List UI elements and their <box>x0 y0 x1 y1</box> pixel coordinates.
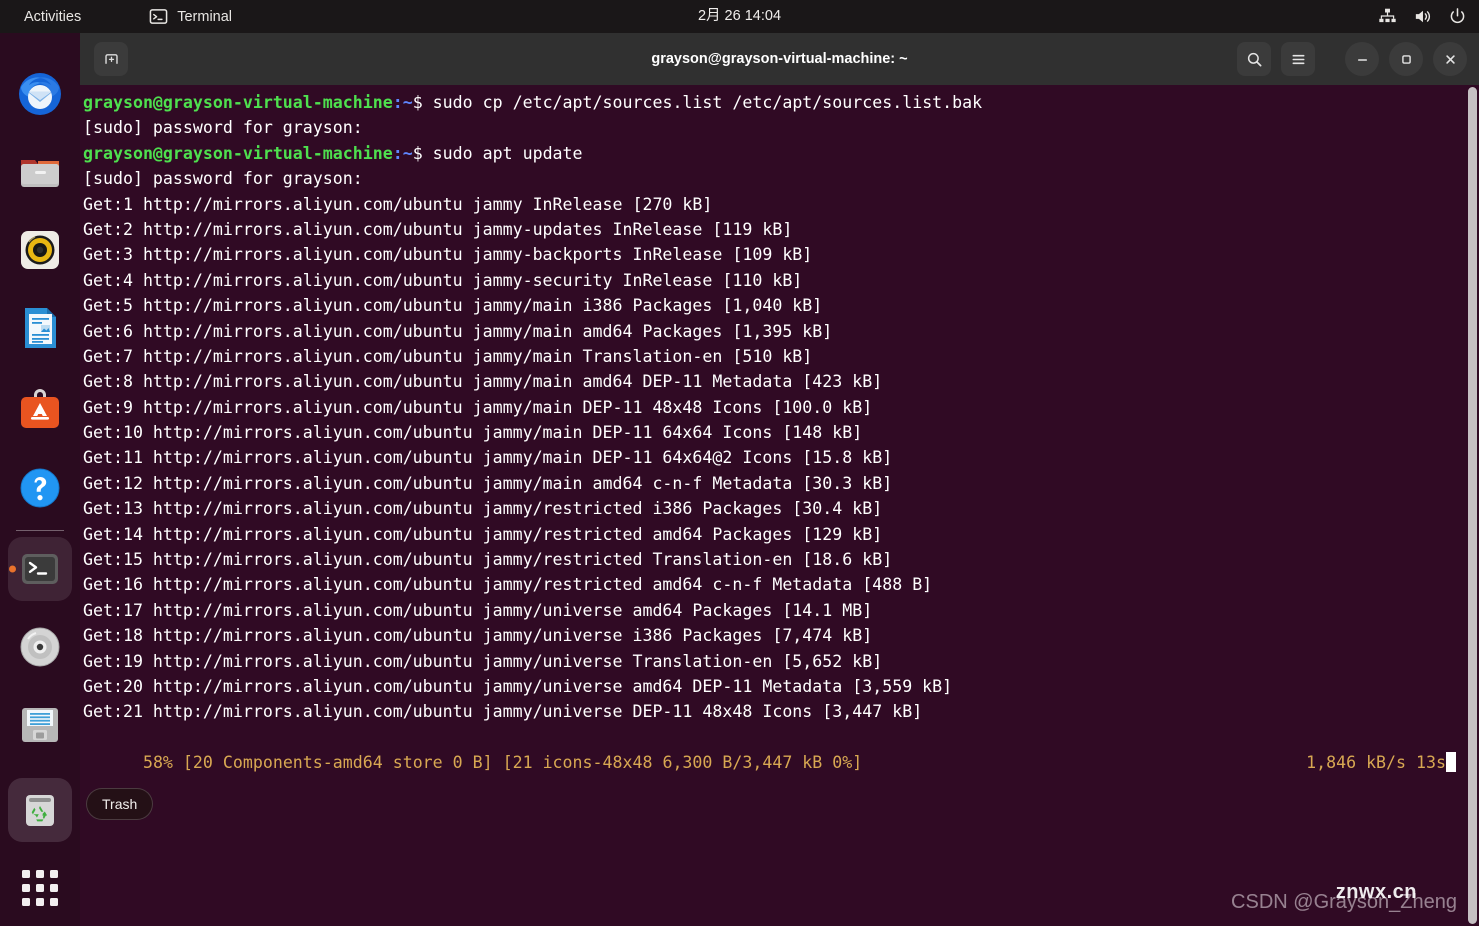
terminal-output-line: Get:7 http://mirrors.aliyun.com/ubuntu j… <box>83 344 1479 369</box>
terminal-output-line: Get:19 http://mirrors.aliyun.com/ubuntu … <box>83 649 1479 674</box>
text-cursor <box>1446 752 1456 772</box>
prompt-symbol: $ <box>413 144 433 163</box>
thunderbird-icon <box>16 70 64 118</box>
terminal-command: sudo cp /etc/apt/sources.list /etc/apt/s… <box>433 93 982 112</box>
rhythmbox-icon <box>16 226 64 274</box>
terminal-output-line: Get:17 http://mirrors.aliyun.com/ubuntu … <box>83 598 1479 623</box>
terminal-output-line: Get:5 http://mirrors.aliyun.com/ubuntu j… <box>83 293 1479 318</box>
terminal-output-line: Get:12 http://mirrors.aliyun.com/ubuntu … <box>83 471 1479 496</box>
show-applications-button[interactable] <box>8 856 72 920</box>
terminal-output-line: Get:9 http://mirrors.aliyun.com/ubuntu j… <box>83 395 1479 420</box>
new-tab-button[interactable] <box>94 42 128 76</box>
dock-separator <box>16 530 64 531</box>
close-icon <box>1442 51 1459 68</box>
maximize-button[interactable] <box>1389 42 1423 76</box>
prompt-symbol: $ <box>413 93 433 112</box>
power-icon <box>1448 7 1467 26</box>
network-wired-icon <box>1378 7 1397 26</box>
apt-progress-right: 1,846 kB/s 13s <box>1226 725 1456 801</box>
gnome-top-bar: Activities Terminal 2月 26 14:04 <box>0 0 1479 33</box>
activities-label: Activities <box>24 9 81 25</box>
terminal-output-line: Get:11 http://mirrors.aliyun.com/ubuntu … <box>83 445 1479 470</box>
system-tray[interactable] <box>1378 0 1467 33</box>
terminal-output-area[interactable]: grayson@grayson-virtual-machine:~$ sudo … <box>80 85 1479 926</box>
terminal-app-icon <box>16 545 64 593</box>
apt-progress-rate: 1,846 kB/s 13s <box>1306 753 1446 772</box>
terminal-output-line: Get:4 http://mirrors.aliyun.com/ubuntu j… <box>83 268 1479 293</box>
terminal-output-line: Get:18 http://mirrors.aliyun.com/ubuntu … <box>83 623 1479 648</box>
prompt-user-host: grayson@grayson-virtual-machine <box>83 144 393 163</box>
prompt-path: :~ <box>393 93 413 112</box>
dock-tooltip: Trash <box>86 788 153 820</box>
hamburger-icon <box>1290 51 1307 68</box>
prompt-user-host: grayson@grayson-virtual-machine <box>83 93 393 112</box>
app-menu-button[interactable]: Terminal <box>139 0 242 33</box>
app-menu-label: Terminal <box>177 9 232 25</box>
terminal-output-line: Get:21 http://mirrors.aliyun.com/ubuntu … <box>83 699 1479 724</box>
dock-item-floppy-save[interactable] <box>8 693 72 757</box>
terminal-output-line: Get:13 http://mirrors.aliyun.com/ubuntu … <box>83 496 1479 521</box>
terminal-output-line: [sudo] password for grayson: <box>83 115 1479 140</box>
terminal-output-line: Get:15 http://mirrors.aliyun.com/ubuntu … <box>83 547 1479 572</box>
terminal-output-line: Get:20 http://mirrors.aliyun.com/ubuntu … <box>83 674 1479 699</box>
grid-icon <box>22 870 58 906</box>
minimize-icon <box>1354 51 1371 68</box>
apt-progress-line: 58% [20 Components-amd64 store 0 B] [21 … <box>83 725 1479 750</box>
prompt-path: :~ <box>393 144 413 163</box>
libreoffice-writer-icon <box>16 304 64 352</box>
terminal-command: sudo apt update <box>433 144 583 163</box>
terminal-output-line: Get:10 http://mirrors.aliyun.com/ubuntu … <box>83 420 1479 445</box>
ubuntu-software-icon <box>16 386 64 434</box>
terminal-output-line: Get:3 http://mirrors.aliyun.com/ubuntu j… <box>83 242 1479 267</box>
terminal-output-line: Get:16 http://mirrors.aliyun.com/ubuntu … <box>83 572 1479 597</box>
terminal-output-line: Get:1 http://mirrors.aliyun.com/ubuntu j… <box>83 192 1479 217</box>
activities-button[interactable]: Activities <box>14 0 91 33</box>
disc-icon <box>16 623 64 671</box>
terminal-output-line: Get:8 http://mirrors.aliyun.com/ubuntu j… <box>83 369 1479 394</box>
scrollbar-thumb[interactable] <box>1468 87 1477 924</box>
restore-icon <box>1398 51 1415 68</box>
search-button[interactable] <box>1237 42 1271 76</box>
help-icon <box>16 464 64 512</box>
apt-progress-left: 58% [20 Components-amd64 store 0 B] [21 … <box>143 753 862 772</box>
volume-icon <box>1413 7 1432 26</box>
terminal-prompt-line: grayson@grayson-virtual-machine:~$ sudo … <box>83 90 1479 115</box>
search-icon <box>1246 51 1263 68</box>
terminal-lines: grayson@grayson-virtual-machine:~$ sudo … <box>83 90 1479 725</box>
new-tab-icon <box>103 51 120 68</box>
terminal-window: grayson@grayson-virtual-machine: ~ <box>80 33 1479 926</box>
terminal-prompt-line: grayson@grayson-virtual-machine:~$ sudo … <box>83 141 1479 166</box>
files-icon <box>16 148 64 196</box>
floppy-disk-icon <box>16 701 64 749</box>
dock-item-files[interactable] <box>8 140 72 204</box>
terminal-output-line: Get:14 http://mirrors.aliyun.com/ubuntu … <box>83 522 1479 547</box>
trash-icon <box>16 786 64 834</box>
dock-item-disc[interactable] <box>8 615 72 679</box>
ubuntu-dock <box>0 33 80 926</box>
terminal-output-line: Get:2 http://mirrors.aliyun.com/ubuntu j… <box>83 217 1479 242</box>
terminal-output-line: [sudo] password for grayson: <box>83 166 1479 191</box>
dock-item-terminal[interactable] <box>8 537 72 601</box>
terminal-scrollbar[interactable] <box>1466 85 1479 926</box>
terminal-icon <box>149 7 168 26</box>
dock-item-help[interactable] <box>8 456 72 520</box>
minimize-button[interactable] <box>1345 42 1379 76</box>
terminal-output-line: Get:6 http://mirrors.aliyun.com/ubuntu j… <box>83 319 1479 344</box>
dock-item-thunderbird[interactable] <box>8 62 72 126</box>
dock-item-trash[interactable] <box>8 778 72 842</box>
running-indicator-dot <box>9 566 16 573</box>
dock-item-libreoffice-writer[interactable] <box>8 296 72 360</box>
dock-item-ubuntu-software[interactable] <box>8 378 72 442</box>
terminal-titlebar: grayson@grayson-virtual-machine: ~ <box>80 33 1479 85</box>
dock-item-rhythmbox[interactable] <box>8 218 72 282</box>
menu-button[interactable] <box>1281 42 1315 76</box>
close-button[interactable] <box>1433 42 1467 76</box>
